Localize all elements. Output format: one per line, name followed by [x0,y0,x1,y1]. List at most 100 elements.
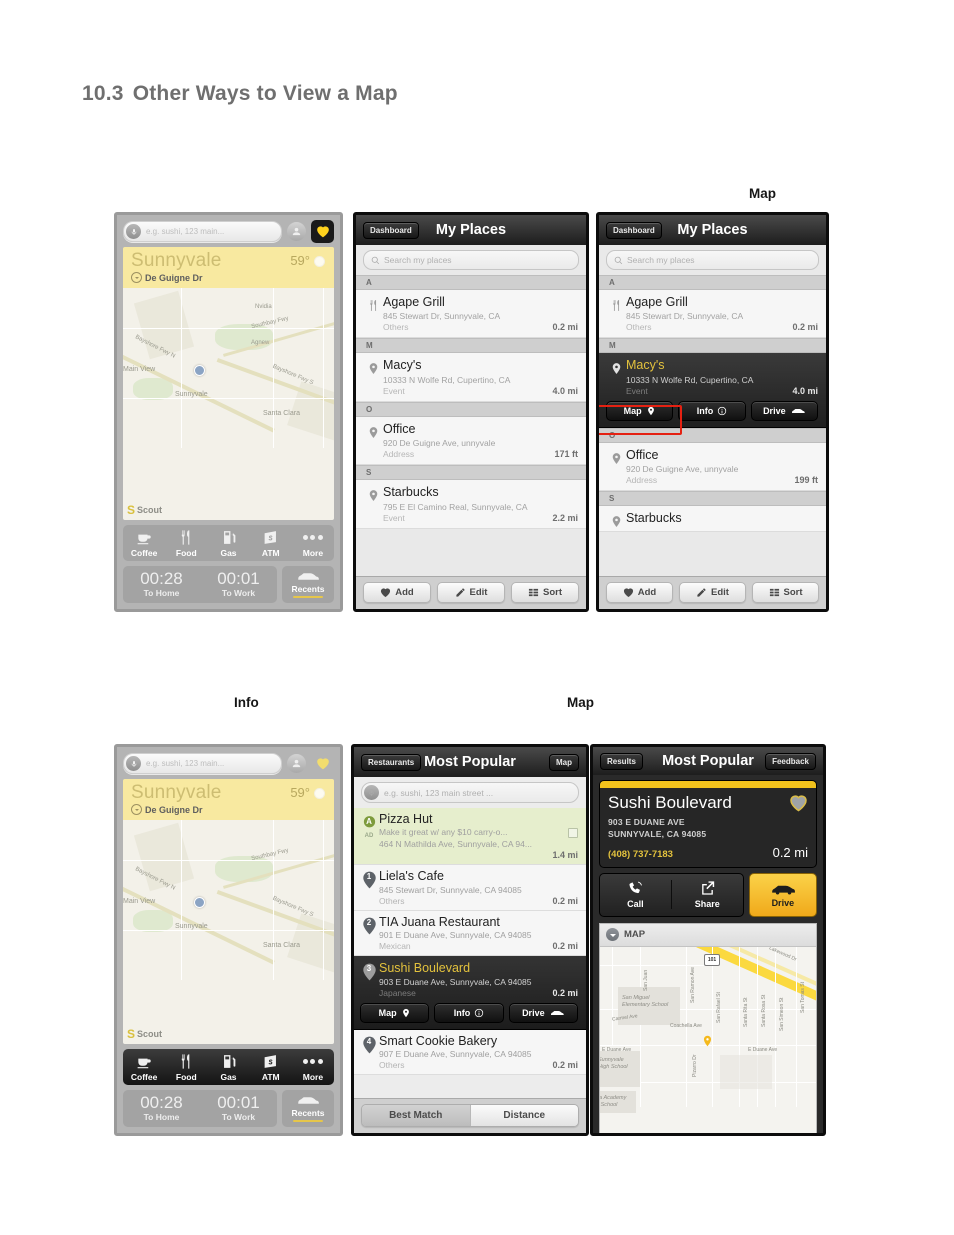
sort-button[interactable]: Sort [511,582,579,603]
list-item[interactable]: Starbucks [599,506,826,533]
place-name: Office [626,447,659,462]
microphone-icon[interactable] [126,756,141,771]
category-toolbar[interactable]: Coffee Food Gas ATM More [123,1049,334,1086]
heart-icon [623,588,633,598]
edit-button[interactable]: Edit [437,582,505,603]
map-section-header[interactable]: MAP [600,923,816,947]
user-avatar-icon[interactable] [287,222,306,241]
temperature: 59° [290,253,310,268]
list-item-selected[interactable]: 3 Sushi Boulevard 903 E Duane Ave, Sunny… [354,956,586,1030]
back-button-results[interactable]: Results [600,752,643,770]
category-food[interactable]: Food [165,1053,207,1082]
sort-distance[interactable]: Distance [469,1105,578,1126]
search-input[interactable]: e.g. sushi, 123 main street ... [361,782,579,803]
list-item[interactable]: Starbucks 795 E El Camino Real, Sunnyval… [356,480,586,529]
eta-panel[interactable]: 00:28 To Home 00:01 To Work [123,1090,277,1127]
category-more[interactable]: More [292,529,334,558]
list-item-ad[interactable]: A AD Pizza Hut Make it great w/ any $10 … [354,808,586,866]
phone-number[interactable]: (408) 737-7183 [608,849,673,860]
sort-segmented-control[interactable]: Best Match Distance [361,1104,579,1127]
search-input[interactable]: Search my places [606,250,819,270]
detail-map-canvas[interactable]: 101 Lakewood Dr San Juan San Ramon Ave S… [600,946,816,1133]
info-action-button[interactable]: Info [434,1002,504,1023]
list-item[interactable]: Agape Grill 845 Stewart Dr, Sunnyvale, C… [356,290,586,339]
add-button[interactable]: Add [363,582,431,603]
map-action-button[interactable]: Map [606,400,674,421]
location-banner[interactable]: Sunnyvale De Guigne Dr 59° [123,779,334,820]
drive-action-button[interactable]: Drive [750,400,818,421]
annotation-info: Info [234,695,259,710]
weather-readout: 59° [290,785,326,800]
category-atm[interactable]: ATM [250,1053,292,1082]
eta-home[interactable]: 00:28 To Home [123,1094,200,1122]
back-button-dashboard[interactable]: Dashboard [606,221,662,239]
list-item-selected[interactable]: Macy's 10333 N Wolfe Rd, Cupertino, CA E… [599,353,826,436]
place-card: Sushi Boulevard 903 E DUANE AVE SUNNYVAL… [599,780,817,868]
recents-button[interactable]: Recents [282,1090,334,1127]
microphone-icon[interactable] [126,224,141,239]
numbered-pin-icon: 4 [362,1036,377,1054]
map-label: Agnew [251,340,270,346]
highway-shield: 101 [704,953,720,966]
drive-action-button[interactable]: Drive [508,1002,578,1023]
search-input[interactable]: Search my places [363,250,579,270]
list-item[interactable]: Office 920 De Guigne Ave, unnyvale Addre… [356,416,586,466]
call-button[interactable]: Call [600,880,671,909]
list-item[interactable]: 2 TIA Juana Restaurant 901 E Duane Ave, … [354,910,586,957]
add-button[interactable]: Add [606,582,673,603]
chevron-down-icon[interactable] [606,928,619,942]
eta-work[interactable]: 00:01 To Work [200,570,277,598]
place-category: Mexican [379,941,411,952]
map-action-button[interactable]: Map [360,1002,430,1023]
category-gas[interactable]: Gas [207,1053,249,1082]
share-button[interactable]: Share [670,880,743,910]
ad-checkbox[interactable] [568,828,578,839]
place-label: ga Academyh School [600,1094,627,1108]
map-canvas[interactable]: Bayshore Fwy N Southbay Fwy Bayshore Fwy… [123,288,334,521]
eta-home[interactable]: 00:28 To Home [123,570,200,598]
eta-work[interactable]: 00:01 To Work [200,1094,277,1122]
map-search-bar[interactable]: e.g. sushi, 123 main... [117,747,340,779]
list-item[interactable]: Agape Grill 845 Stewart Dr, Sunnyvale, C… [599,290,826,339]
temperature: 59° [290,785,310,800]
list-item[interactable]: Macy's 10333 N Wolfe Rd, Cupertino, CA E… [356,353,586,402]
list-item[interactable]: 1 Liela's Cafe 845 Stewart Dr, Sunnyvale… [354,865,586,911]
map-canvas[interactable]: Bayshore Fwy N Southbay Fwy Bayshore Fwy… [123,820,334,1045]
list-item[interactable]: Office 920 De Guigne Ave, unnyvale Addre… [599,442,826,492]
place-address: 845 Stewart Dr, Sunnyvale, CA [626,311,744,322]
category-coffee[interactable]: Coffee [123,1053,165,1082]
info-circle-icon [718,406,727,415]
category-toolbar[interactable]: Coffee Food Gas ATM More [123,525,334,562]
back-button-dashboard[interactable]: Dashboard [363,221,419,239]
info-action-button[interactable]: Info [678,400,746,421]
recents-button[interactable]: Recents [282,566,334,603]
location-banner[interactable]: Sunnyvale De Guigne Dr 59° [123,247,334,288]
favorites-button[interactable] [311,752,334,775]
search-input[interactable]: e.g. sushi, 123 main... [123,753,282,774]
eta-panel[interactable]: 00:28 To Home 00:01 To Work [123,566,277,603]
feedback-button[interactable]: Feedback [765,752,816,770]
map-toggle-button[interactable]: Map [549,753,579,771]
list-item[interactable]: 4 Smart Cookie Bakery 907 E Duane Ave, S… [354,1029,586,1075]
category-more[interactable]: More [292,1053,334,1082]
category-food[interactable]: Food [165,529,207,558]
back-button-restaurants[interactable]: Restaurants [361,753,422,771]
search-input[interactable]: e.g. sushi, 123 main... [123,221,282,242]
category-gas[interactable]: Gas [207,529,249,558]
edit-button[interactable]: Edit [679,582,746,603]
user-avatar-icon[interactable] [287,754,306,773]
sort-best-match[interactable]: Best Match [362,1105,470,1126]
favorites-button[interactable] [311,220,334,243]
annotation-map-top: Map [749,186,776,201]
place-distance: 4.0 mi [792,385,818,396]
category-atm[interactable]: ATM [250,529,292,558]
sort-button[interactable]: Sort [752,582,819,603]
pencil-icon [697,588,706,597]
favorite-button[interactable] [789,794,808,812]
drive-button[interactable]: Drive [748,872,817,917]
microphone-icon[interactable] [364,785,379,800]
category-coffee[interactable]: Coffee [123,529,165,558]
section-header: A [599,275,826,290]
map-search-bar[interactable]: e.g. sushi, 123 main... [117,215,340,247]
place-address: 10333 N Wolfe Rd, Cupertino, CA [626,374,754,385]
